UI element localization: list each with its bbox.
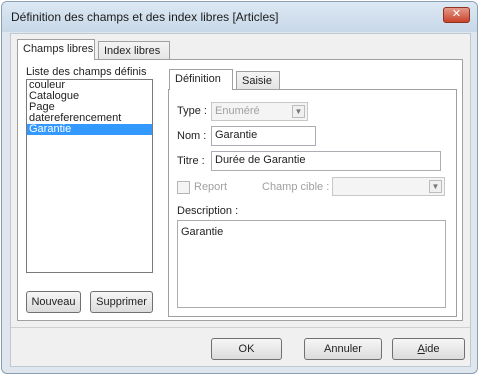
close-icon: ✕ (451, 8, 462, 20)
report-label: Report (194, 181, 228, 193)
description-textarea[interactable]: Garantie (177, 220, 446, 308)
title-label: Titre : (177, 155, 205, 167)
list-item-selected[interactable]: Garantie (27, 124, 152, 135)
tab-label: Champs libres (23, 43, 94, 55)
window-title: Définition des champs et des index libre… (11, 10, 279, 24)
tab-saisie[interactable]: Saisie (236, 71, 280, 90)
help-button[interactable]: Aide (392, 338, 465, 360)
close-button[interactable]: ✕ (443, 7, 470, 23)
report-checkbox[interactable] (177, 181, 190, 194)
definition-panel: Type : Enuméré ▼ Nom : Garantie Titre : … (168, 89, 457, 317)
type-label: Type : (177, 105, 207, 117)
champs-libres-panel: Liste des champs définis couleur Catalog… (17, 59, 463, 321)
name-field[interactable]: Garantie (211, 126, 316, 146)
target-field-label: Champ cible : (262, 181, 330, 193)
chevron-down-icon: ▼ (429, 180, 442, 193)
title-field[interactable]: Durée de Garantie (211, 151, 441, 171)
fields-list-label: Liste des champs définis (26, 66, 147, 78)
ok-button[interactable]: OK (211, 338, 282, 360)
cancel-button[interactable]: Annuler (304, 338, 382, 360)
new-button[interactable]: Nouveau (26, 291, 81, 313)
fields-listbox[interactable]: couleur Catalogue Page datereferencement… (26, 79, 153, 273)
description-label: Description : (177, 205, 239, 217)
title-bar[interactable]: Définition des champs et des index libre… (2, 2, 477, 32)
name-label: Nom : (177, 130, 207, 142)
tab-index-libres[interactable]: Index libres (98, 41, 170, 60)
dialog-button-bar: OK Annuler Aide (11, 327, 470, 366)
help-mnemonic: A (417, 343, 425, 355)
tab-label: Saisie (242, 75, 272, 87)
delete-button[interactable]: Supprimer (90, 291, 153, 313)
target-field-select[interactable]: ▼ (332, 177, 445, 196)
type-select[interactable]: Enuméré ▼ (211, 102, 308, 121)
type-value: Enuméré (215, 105, 260, 117)
chevron-down-icon: ▼ (292, 105, 305, 118)
tab-label: Définition (175, 73, 221, 85)
dialog-window: Définition des champs et des index libre… (1, 1, 478, 374)
tab-label: Index libres (104, 45, 161, 57)
help-label: ide (424, 343, 440, 355)
tab-definition[interactable]: Définition (169, 69, 233, 90)
dialog-client-area: Champs libres Index libres Liste des cha… (10, 33, 471, 367)
tab-champs-libres[interactable]: Champs libres (17, 39, 95, 60)
